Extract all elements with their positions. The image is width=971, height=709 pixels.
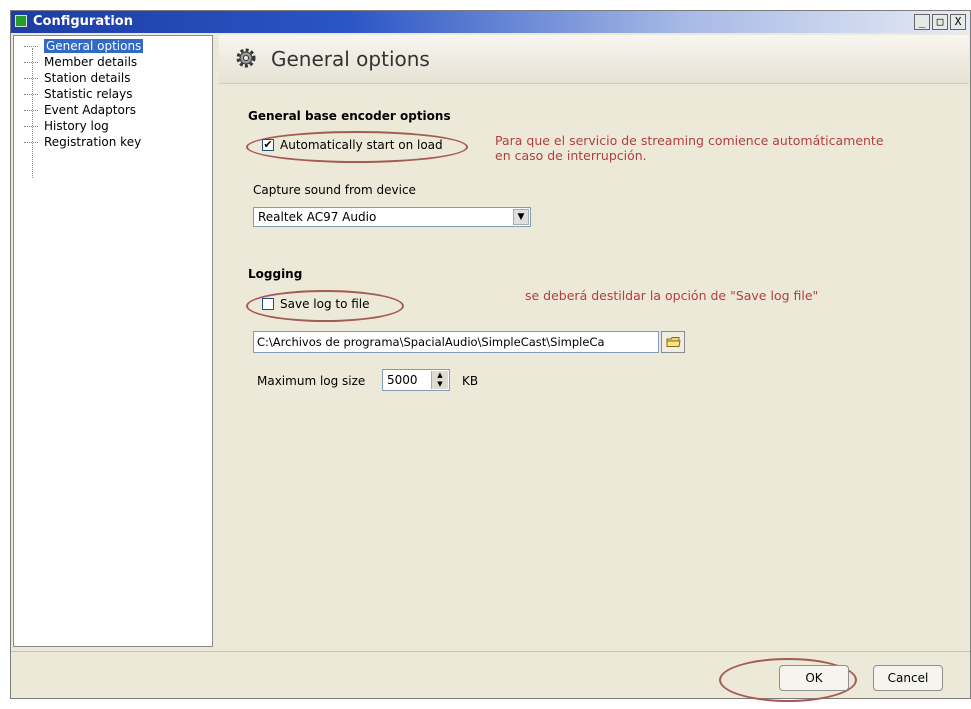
- max-log-size-value: 5000: [387, 373, 418, 387]
- configuration-window: Configuration _ □ X General options Memb…: [10, 10, 971, 702]
- window-title: Configuration: [33, 14, 133, 29]
- tree-item-label: Member details: [44, 55, 138, 69]
- tree-item-label: Registration key: [44, 135, 142, 149]
- annotation-note-autostart: Para que el servicio de streaming comien…: [495, 133, 884, 163]
- panel-header: General options: [219, 35, 969, 84]
- auto-start-label: Automatically start on load: [280, 138, 443, 152]
- maximize-button[interactable]: □: [932, 14, 948, 30]
- auto-start-checkbox[interactable]: ✔: [262, 139, 274, 151]
- ok-button[interactable]: OK: [779, 665, 849, 691]
- browse-button[interactable]: [661, 331, 685, 353]
- encoder-section-title: General base encoder options: [248, 109, 451, 123]
- tree-item-label: History log: [44, 119, 109, 133]
- tree-item-label: General options: [44, 39, 144, 53]
- tree-item-label: Station details: [44, 71, 131, 85]
- max-log-size-spinner[interactable]: 5000 ▲ ▼: [382, 369, 450, 391]
- auto-start-option[interactable]: ✔ Automatically start on load: [262, 138, 443, 152]
- tree-item-member-details[interactable]: Member details: [24, 54, 143, 70]
- dialog-footer: OK Cancel: [11, 651, 970, 702]
- title-bar[interactable]: Configuration _ □ X: [11, 11, 970, 33]
- log-path-input[interactable]: C:\Archivos de programa\SpacialAudio\Sim…: [253, 331, 659, 353]
- capture-device-value: Realtek AC97 Audio: [258, 210, 377, 224]
- tree-item-label: Statistic relays: [44, 87, 133, 101]
- chevron-down-icon[interactable]: ▼: [513, 209, 529, 225]
- tree-item-station-details[interactable]: Station details: [24, 70, 143, 86]
- options-tree: General options Member details Station d…: [13, 35, 213, 647]
- tree-item-general-options[interactable]: General options: [24, 38, 144, 54]
- annotation-note-savelog: se deberá destildar la opción de "Save l…: [525, 288, 819, 303]
- close-button[interactable]: X: [950, 14, 966, 30]
- tree: General options Member details Station d…: [24, 38, 144, 178]
- options-panel: General options General base encoder opt…: [219, 35, 969, 647]
- save-log-option[interactable]: Save log to file: [262, 297, 370, 311]
- logging-section-title: Logging: [248, 267, 303, 281]
- tree-item-statistic-relays[interactable]: Statistic relays: [24, 86, 143, 102]
- cancel-button[interactable]: Cancel: [873, 665, 943, 691]
- save-log-checkbox[interactable]: [262, 298, 274, 310]
- tree-item-event-adaptors[interactable]: Event Adaptors: [24, 102, 143, 118]
- save-log-label: Save log to file: [280, 297, 370, 311]
- gear-icon: [236, 48, 256, 68]
- max-log-size-label: Maximum log size: [257, 374, 366, 388]
- spinner-arrows-icon[interactable]: ▲ ▼: [431, 371, 448, 389]
- panel-title: General options: [271, 47, 430, 71]
- tree-item-label: Event Adaptors: [44, 103, 137, 117]
- folder-icon: [666, 337, 681, 347]
- max-log-size-unit: KB: [462, 374, 479, 388]
- tree-item-registration-key[interactable]: Registration key: [24, 134, 143, 150]
- tree-item-history-log[interactable]: History log: [24, 118, 143, 134]
- app-icon: [15, 15, 27, 27]
- capture-device-label: Capture sound from device: [253, 183, 416, 197]
- capture-device-select[interactable]: Realtek AC97 Audio ▼: [253, 207, 531, 227]
- minimize-button[interactable]: _: [914, 14, 930, 30]
